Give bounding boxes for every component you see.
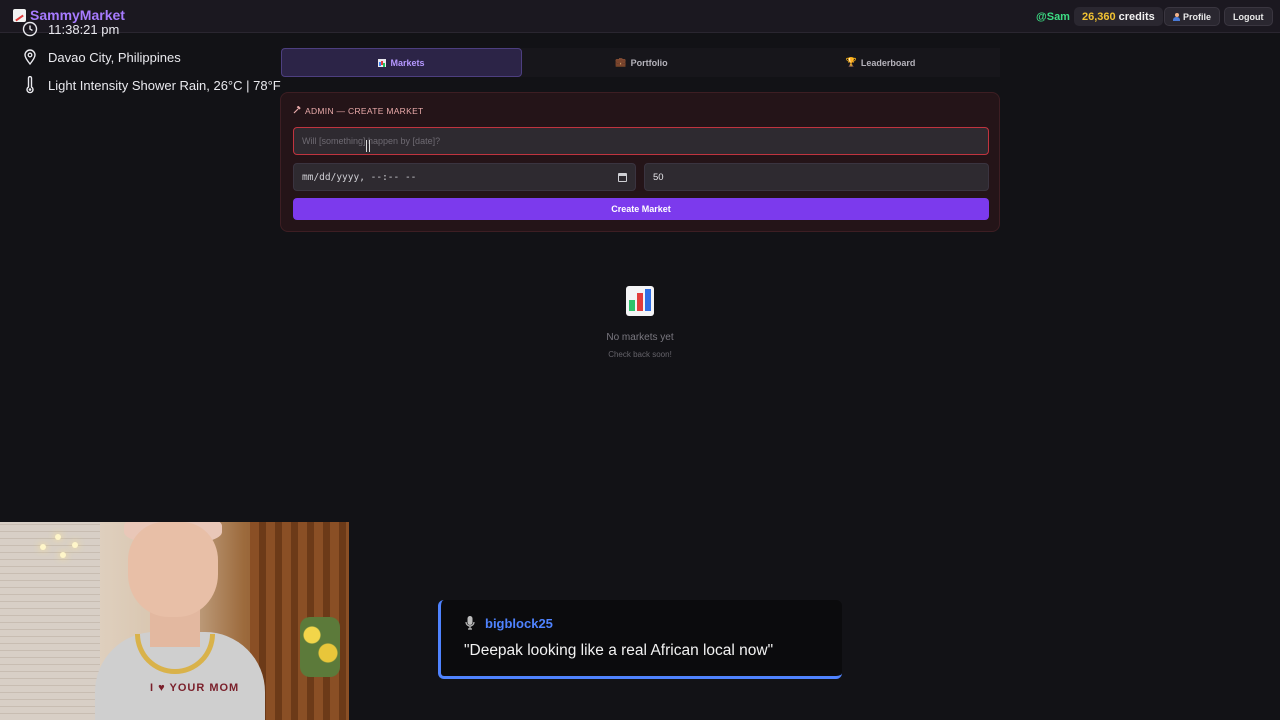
overlay-time: 11:38:21 pm [22,21,119,37]
tab-markets[interactable]: Markets [281,48,522,77]
chart-icon [378,58,387,67]
market-question-input[interactable] [293,127,989,155]
overlay-weather: Light Intensity Shower Rain, 26°C | 78°F [22,76,281,94]
empty-state-title: No markets yet [606,332,674,343]
admin-create-market-panel: ADMIN — CREATE MARKET mm/dd/yyyy, --:-- … [280,92,1000,232]
user-icon [1173,12,1180,21]
top-navbar: SammyMarket @Sam 26,360 credits Profile … [0,0,1280,33]
tab-portfolio[interactable]: 💼 Portfolio [522,48,761,77]
credits-amount: 26,360 [1082,10,1116,23]
credits-label: credits [1118,10,1155,23]
chat-user-row: bigblock25 [465,615,553,631]
hammer-icon [293,105,301,116]
tab-leaderboard[interactable]: 🏆 Leaderboard [761,48,1000,77]
admin-title-text: ADMIN — CREATE MARKET [305,106,424,116]
thermometer-icon [22,76,38,94]
overlay-location: Davao City, Philippines [22,49,181,65]
location-pin-icon [22,49,38,65]
location-text: Davao City, Philippines [48,49,181,65]
admin-title: ADMIN — CREATE MARKET [293,105,424,116]
logout-label: Logout [1233,11,1264,22]
logout-button[interactable]: Logout [1224,7,1273,26]
create-market-button[interactable]: Create Market [293,198,989,220]
microphone-icon [465,615,475,631]
calendar-icon[interactable] [618,172,627,182]
empty-state-subtitle: Check back soon! [608,350,672,359]
chat-message: "Deepak looking like a real African loca… [464,642,774,659]
user-handle: @Sam [1036,11,1070,23]
initial-amount-input[interactable] [644,163,989,191]
bar-chart-icon [626,286,654,316]
webcam-feed: I ♥ YOUR MOM [0,522,349,720]
shirt-text: I ♥ YOUR MOM [150,682,240,694]
time-text: 11:38:21 pm [48,21,120,37]
tab-portfolio-label: Portfolio [630,57,668,68]
main-tabs: Markets 💼 Portfolio 🏆 Leaderboard [281,48,1000,77]
close-date-input[interactable]: mm/dd/yyyy, --:-- -- [293,163,636,191]
chat-alert: bigblock25 "Deepak looking like a real A… [438,600,842,679]
clock-icon [22,21,38,37]
tab-markets-label: Markets [390,57,425,68]
date-placeholder: mm/dd/yyyy, --:-- -- [302,171,417,183]
chart-up-icon [13,8,26,22]
tab-leaderboard-label: Leaderboard [860,57,916,68]
profile-button[interactable]: Profile [1164,7,1221,26]
briefcase-icon: 💼 [615,57,627,67]
profile-label: Profile [1183,11,1212,22]
weather-text: Light Intensity Shower Rain, 26°C | 78°F [48,77,281,93]
chat-username: bigblock25 [485,615,553,631]
trophy-icon: 🏆 [845,57,857,67]
credits-badge: 26,360 credits [1074,7,1163,26]
text-cursor-icon [366,140,370,152]
